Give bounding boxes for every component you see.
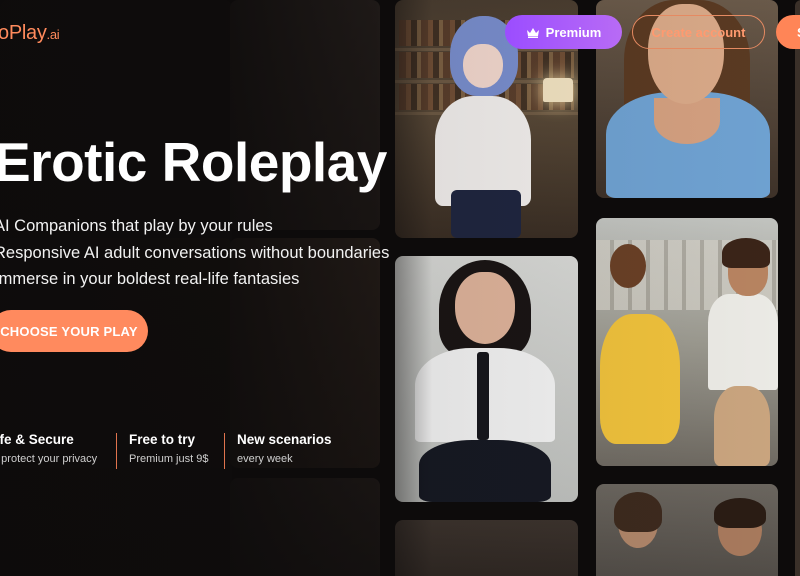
feature-divider: [116, 433, 117, 469]
create-account-label: Create account: [651, 24, 746, 40]
crown-icon: [526, 27, 539, 38]
logo-suffix: .ai: [46, 27, 60, 42]
hero-bullet: AI Companions that play by your rules: [0, 217, 273, 235]
premium-button-label: Premium: [545, 24, 602, 40]
feature-subtitle: e protect your privacy: [0, 453, 98, 465]
hero-bullet-list: AI Companions that play by your rules Re…: [0, 213, 389, 293]
choose-your-play-button[interactable]: CHOOSE YOUR PLAY: [0, 310, 148, 352]
site-logo[interactable]: oPlay.ai: [0, 22, 60, 45]
feature-title: New scenarios: [237, 432, 332, 447]
feature-new-scenarios: New scenarios every week: [237, 432, 332, 465]
logo-text: oPlay: [0, 22, 47, 44]
cta-label: CHOOSE YOUR PLAY: [0, 323, 138, 339]
feature-title: Free to try: [129, 432, 196, 447]
feature-divider: [224, 433, 225, 469]
feature-subtitle: every week: [237, 453, 293, 465]
hero-bullet: Responsive AI adult conversations withou…: [0, 243, 390, 262]
feature-free-to-try: Free to try Premium just 9$: [129, 432, 208, 465]
hero-title: Erotic Roleplay: [0, 131, 387, 193]
feature-safe-secure: afe & Secure e protect your privacy: [0, 432, 97, 465]
hero-bullet: Immerse in your boldest real-life fantas…: [0, 270, 300, 288]
feature-subtitle: Premium just 9$: [129, 453, 209, 465]
premium-button[interactable]: Premium: [505, 15, 622, 49]
create-account-button[interactable]: Create account: [632, 15, 765, 49]
feature-title: afe & Secure: [0, 432, 74, 447]
